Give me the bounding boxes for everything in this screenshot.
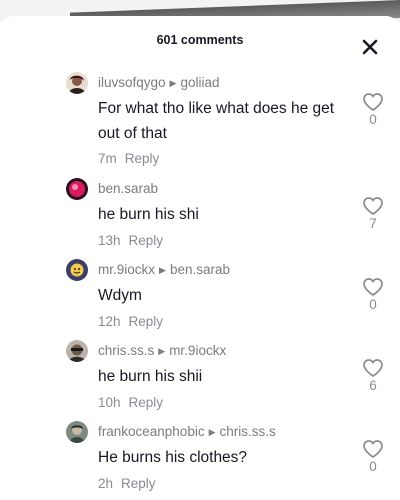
comment-count-title: 601 comments — [156, 33, 244, 47]
heart-icon[interactable] — [362, 92, 384, 112]
username[interactable]: mr.9iockx — [98, 262, 155, 277]
reply-to-username[interactable]: mr.9iockx — [169, 343, 226, 358]
comment-text: he burn his shii — [98, 368, 203, 385]
comment-text: he burn his shi — [98, 206, 199, 223]
reply-button[interactable]: Reply — [129, 233, 164, 248]
heart-icon[interactable] — [362, 439, 384, 459]
reply-to-username[interactable]: ben.sarab — [170, 262, 230, 277]
avatar[interactable] — [66, 340, 88, 362]
comment-sub: 12h Reply — [98, 314, 163, 329]
heart-icon[interactable] — [362, 277, 384, 297]
comment-text: He burns his clothes? — [98, 449, 248, 466]
avatar[interactable] — [66, 421, 88, 443]
like-count: 0 — [369, 459, 377, 474]
username[interactable]: chris.ss.s — [98, 343, 154, 358]
username[interactable]: frankoceanphobic — [98, 424, 205, 439]
reply-arrow-icon: ▶ — [208, 427, 216, 437]
reply-button[interactable]: Reply — [125, 151, 160, 166]
comments-header: 601 comments — [0, 16, 400, 64]
avatar[interactable] — [66, 259, 88, 281]
comment-sub: 7m Reply — [98, 151, 159, 166]
comment-time: 12h — [98, 314, 121, 329]
like-count: 7 — [369, 216, 377, 231]
comment-meta: ben.sarab — [98, 181, 158, 196]
comment-text: Wdym — [98, 287, 142, 304]
comment-time: 10h — [98, 395, 121, 410]
avatar[interactable] — [66, 72, 88, 94]
comment-text: For what tho like what does he get out o… — [98, 100, 335, 142]
heart-icon[interactable] — [362, 358, 384, 378]
username[interactable]: ben.sarab — [98, 181, 158, 196]
comment-sub: 2h Reply — [98, 476, 156, 491]
comments-screen: 601 comments iluvsofqygo ▶ goliiad For w… — [0, 0, 400, 500]
comment-time: 2h — [98, 476, 114, 491]
comment-sub: 13h Reply — [98, 233, 163, 248]
reply-button[interactable]: Reply — [129, 314, 164, 329]
comment-meta: frankoceanphobic ▶ chris.ss.s — [98, 424, 276, 439]
reply-arrow-icon: ▶ — [159, 265, 166, 275]
comment-meta: iluvsofqygo ▶ goliiad — [98, 75, 220, 90]
like-count: 6 — [369, 378, 377, 393]
username[interactable]: iluvsofqygo — [98, 75, 166, 90]
close-icon[interactable] — [358, 35, 382, 59]
comment-meta: mr.9iockx ▶ ben.sarab — [98, 262, 230, 277]
heart-icon[interactable] — [362, 196, 384, 216]
comment-meta: chris.ss.s ▶ mr.9iockx — [98, 343, 226, 358]
reply-arrow-icon: ▶ — [169, 78, 177, 88]
comment-time: 7m — [98, 151, 117, 166]
reply-to-username[interactable]: chris.ss.s — [220, 424, 276, 439]
avatar[interactable] — [66, 178, 88, 200]
like-count: 0 — [369, 297, 377, 312]
reply-button[interactable]: Reply — [129, 395, 164, 410]
reply-button[interactable]: Reply — [121, 476, 156, 491]
comment-sub: 10h Reply — [98, 395, 163, 410]
like-count: 0 — [369, 112, 377, 127]
comments-sheet: 601 comments iluvsofqygo ▶ goliiad For w… — [0, 16, 400, 500]
comment-time: 13h — [98, 233, 121, 248]
reply-to-username[interactable]: goliiad — [180, 75, 219, 90]
reply-arrow-icon: ▶ — [158, 346, 166, 356]
